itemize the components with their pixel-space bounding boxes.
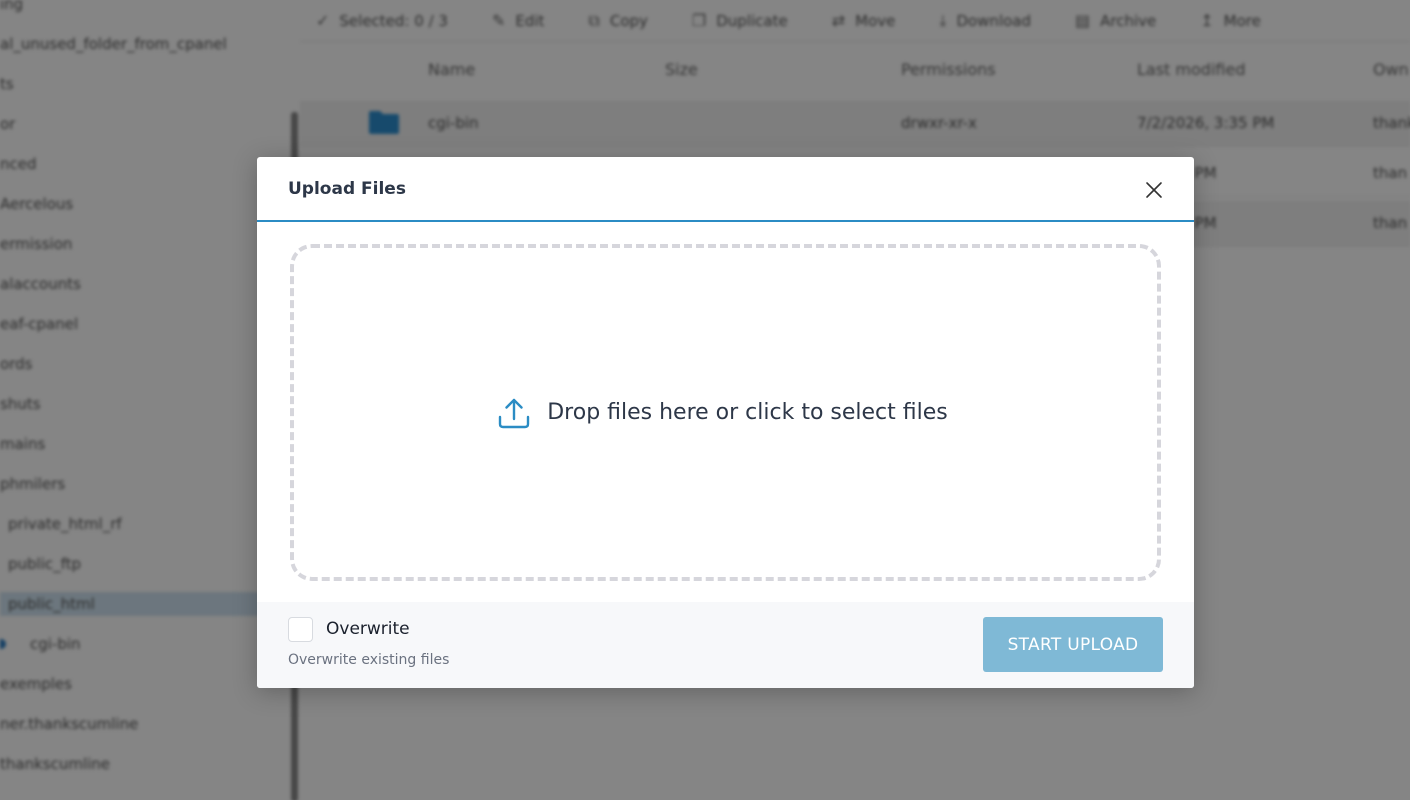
start-upload-button[interactable]: START UPLOAD — [983, 617, 1163, 672]
overwrite-help-text: Overwrite existing files — [288, 652, 450, 668]
dialog-header: Upload Files — [257, 157, 1194, 222]
upload-files-dialog: Upload Files Drop files here or click to… — [257, 157, 1194, 688]
dropzone-text: Drop files here or click to select files — [547, 400, 948, 425]
upload-icon — [499, 398, 530, 428]
file-dropzone[interactable]: Drop files here or click to select files — [290, 244, 1161, 581]
dialog-title: Upload Files — [288, 179, 406, 199]
overwrite-checkbox[interactable] — [288, 617, 313, 642]
overwrite-label[interactable]: Overwrite — [326, 619, 410, 639]
dropzone-content: Drop files here or click to select files — [497, 396, 948, 430]
close-button[interactable] — [1141, 177, 1167, 203]
dialog-footer: Overwrite Overwrite existing files START… — [257, 602, 1194, 688]
close-icon — [1146, 182, 1162, 198]
